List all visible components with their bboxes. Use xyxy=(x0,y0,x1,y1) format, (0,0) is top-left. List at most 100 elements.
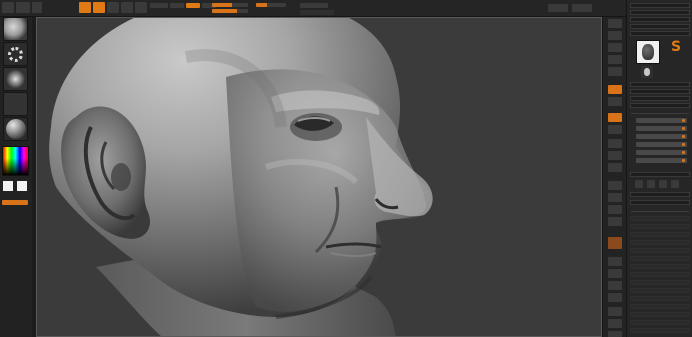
tray-menu-row[interactable] xyxy=(630,89,690,94)
right-shelf-button[interactable] xyxy=(608,125,622,134)
zadd-toggle[interactable] xyxy=(186,3,200,8)
right-shelf-button[interactable] xyxy=(608,139,622,148)
tray-list-item[interactable] xyxy=(630,248,690,253)
right-shelf-button[interactable] xyxy=(608,269,622,278)
document-canvas[interactable] xyxy=(36,17,602,337)
right-shelf-button[interactable] xyxy=(608,205,622,214)
head-tool-icon[interactable] xyxy=(636,40,660,64)
subtool-slider[interactable] xyxy=(636,150,687,155)
tray-menu-row[interactable] xyxy=(630,82,690,87)
right-shelf-button[interactable] xyxy=(608,193,622,202)
edit-button[interactable] xyxy=(79,2,91,13)
tray-list-item[interactable] xyxy=(630,240,690,245)
tray-list-item[interactable] xyxy=(630,232,690,237)
subtool-slider[interactable] xyxy=(636,134,687,139)
tray-icon-button[interactable] xyxy=(659,180,667,188)
color-picker[interactable] xyxy=(2,146,29,176)
tray-list-item[interactable] xyxy=(630,264,690,269)
tray-menu-row[interactable] xyxy=(630,103,690,108)
secondary-color-swatch[interactable] xyxy=(16,180,28,192)
top-toolbar xyxy=(0,0,626,17)
tray-list-item[interactable] xyxy=(630,256,690,261)
top-right-menu-button-2[interactable] xyxy=(572,4,592,12)
right-shelf xyxy=(602,17,626,337)
right-shelf-button[interactable] xyxy=(608,163,622,172)
brush-preview-icon[interactable] xyxy=(3,17,28,41)
right-shelf-button[interactable] xyxy=(608,31,622,40)
draw-size-slider[interactable] xyxy=(212,9,248,13)
focal-shift-slider[interactable] xyxy=(212,3,248,7)
tray-list-item[interactable] xyxy=(630,320,690,325)
tray-divider xyxy=(631,113,689,114)
tray-menu-row[interactable] xyxy=(630,10,690,15)
tray-list-item[interactable] xyxy=(630,288,690,293)
subtool-thumbnail[interactable] xyxy=(641,66,653,78)
right-shelf-button[interactable] xyxy=(608,307,622,316)
subtool-slider[interactable] xyxy=(636,118,687,123)
alpha-preview-icon[interactable] xyxy=(3,67,28,91)
sculpted-head-icon xyxy=(49,17,433,337)
right-shelf-button[interactable] xyxy=(608,181,622,190)
rotate-button[interactable] xyxy=(135,2,147,13)
goz-icon[interactable]: S xyxy=(671,40,683,56)
tray-list-item[interactable] xyxy=(630,328,690,333)
active-points-readout xyxy=(300,3,328,8)
stroke-button[interactable] xyxy=(3,42,28,66)
top-toolbar-lightbox-button[interactable] xyxy=(16,2,30,13)
right-shelf-button[interactable] xyxy=(608,19,622,28)
right-shelf-button[interactable] xyxy=(608,331,622,337)
tray-icon-button[interactable] xyxy=(635,180,643,188)
tray-icon-button[interactable] xyxy=(647,180,655,188)
tray-list-item[interactable] xyxy=(630,216,690,221)
top-toolbar-menu-button[interactable] xyxy=(2,2,14,13)
tray-icon-button[interactable] xyxy=(671,180,679,188)
tray-list-item[interactable] xyxy=(630,224,690,229)
tray-list-item[interactable] xyxy=(630,296,690,301)
tray-list-item[interactable] xyxy=(630,272,690,277)
tray-menu-row[interactable] xyxy=(630,3,690,8)
top-toolbar-quicksketch-button[interactable] xyxy=(32,2,42,13)
z-intensity-slider[interactable] xyxy=(256,3,286,7)
material-ball-icon xyxy=(5,119,26,139)
right-shelf-button[interactable] xyxy=(608,319,622,328)
tray-divider xyxy=(631,211,689,212)
tray-menu-row[interactable] xyxy=(630,31,690,36)
texture-slot[interactable] xyxy=(3,92,28,116)
tray-menu-row[interactable] xyxy=(630,200,690,205)
subtool-slider[interactable] xyxy=(636,158,687,163)
tray-menu-row[interactable] xyxy=(630,17,690,22)
right-shelf-button-active[interactable] xyxy=(608,113,622,122)
right-shelf-button[interactable] xyxy=(608,281,622,290)
tray-menu-row[interactable] xyxy=(630,172,690,177)
mrgb-toggle[interactable] xyxy=(150,3,168,8)
tray-menu-row[interactable] xyxy=(630,96,690,101)
right-shelf-button[interactable] xyxy=(608,217,622,226)
right-shelf-button[interactable] xyxy=(608,257,622,266)
draw-button[interactable] xyxy=(93,2,105,13)
right-shelf-button-active[interactable] xyxy=(608,85,622,94)
right-shelf-button[interactable] xyxy=(608,151,622,160)
subtool-slider[interactable] xyxy=(636,142,687,147)
switch-color-button[interactable] xyxy=(2,200,28,205)
move-button[interactable] xyxy=(107,2,119,13)
tray-list-item[interactable] xyxy=(630,304,690,309)
tray-menu-row[interactable] xyxy=(630,192,690,197)
right-shelf-button-active[interactable] xyxy=(608,237,622,249)
tray-list-item[interactable] xyxy=(630,312,690,317)
right-shelf-button[interactable] xyxy=(608,67,622,76)
material-button[interactable] xyxy=(3,117,28,141)
tray-menu-row[interactable] xyxy=(630,24,690,29)
tray-list-item[interactable] xyxy=(630,280,690,285)
right-shelf-button[interactable] xyxy=(608,43,622,52)
main-color-swatch[interactable] xyxy=(2,180,14,192)
scale-button[interactable] xyxy=(121,2,133,13)
rgb-toggle[interactable] xyxy=(170,3,184,8)
right-tray: S xyxy=(626,0,692,337)
right-shelf-button[interactable] xyxy=(608,97,622,106)
right-shelf-button[interactable] xyxy=(608,55,622,64)
subtool-slider[interactable] xyxy=(636,126,687,131)
right-shelf-button[interactable] xyxy=(608,293,622,302)
subtool-head-icon xyxy=(644,68,650,76)
total-points-readout xyxy=(300,10,334,15)
top-right-menu-button[interactable] xyxy=(548,4,568,12)
